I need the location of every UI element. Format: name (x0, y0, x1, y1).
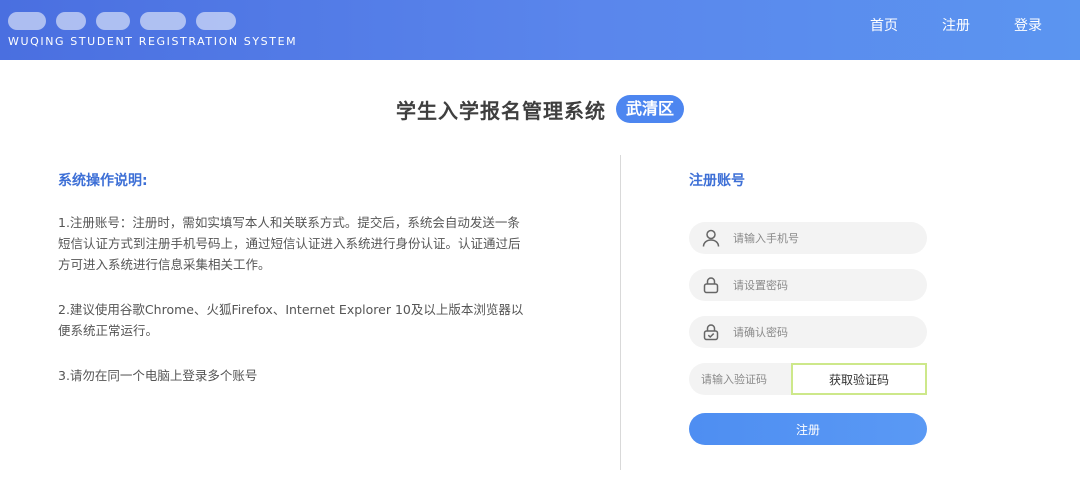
phone-input[interactable] (733, 231, 913, 245)
top-bar: WUQING STUDENT REGISTRATION SYSTEM 首页 注册… (0, 0, 1080, 60)
logo[interactable]: WUQING STUDENT REGISTRATION SYSTEM (8, 4, 308, 56)
password-field[interactable] (689, 269, 927, 301)
instruction-item-3: 3.请勿在同一个电脑上登录多个账号 (58, 368, 258, 383)
get-code-button[interactable]: 获取验证码 (791, 363, 927, 395)
confirm-password-input[interactable] (733, 325, 913, 339)
page-title: 学生入学报名管理系统 (395, 98, 606, 123)
instructions-panel: 系统操作说明: 1.注册账号：注册时，需如实填写本人和关联系方式。提交后，系统会… (58, 170, 528, 410)
instruction-item-2: 2.建议使用谷歌Chrome、火狐Firefox、Internet Explor… (58, 302, 524, 338)
nav-home[interactable]: 首页 (870, 17, 898, 35)
instruction-item-1: 1.注册账号：注册时，需如实填写本人和关联系方式。提交后，系统会自动发送一条短信… (58, 215, 521, 272)
verification-code-input[interactable] (689, 363, 791, 395)
instructions-heading: 系统操作说明: (58, 173, 148, 189)
lock-icon (689, 269, 733, 301)
lock-check-icon (689, 316, 733, 348)
main-nav: 首页 注册 登录 (826, 17, 1042, 35)
district-badge: 武清区 (615, 95, 684, 123)
register-heading: 注册账号 (689, 173, 745, 189)
phone-field[interactable] (689, 222, 927, 254)
system-name-en: WUQING STUDENT REGISTRATION SYSTEM (8, 35, 298, 48)
logo-mark (8, 8, 258, 34)
password-input[interactable] (733, 278, 913, 292)
register-submit-button[interactable]: 注册 (689, 413, 927, 445)
confirm-password-field[interactable] (689, 316, 927, 348)
user-icon (689, 222, 733, 254)
nav-login[interactable]: 登录 (1014, 17, 1042, 35)
register-form: 注册账号 获取验证码 (689, 170, 929, 445)
nav-register[interactable]: 注册 (942, 17, 970, 35)
verification-code-row: 获取验证码 (689, 363, 929, 395)
page-title-row: 学生入学报名管理系统 武清区 (0, 94, 1080, 124)
column-divider (620, 155, 621, 470)
